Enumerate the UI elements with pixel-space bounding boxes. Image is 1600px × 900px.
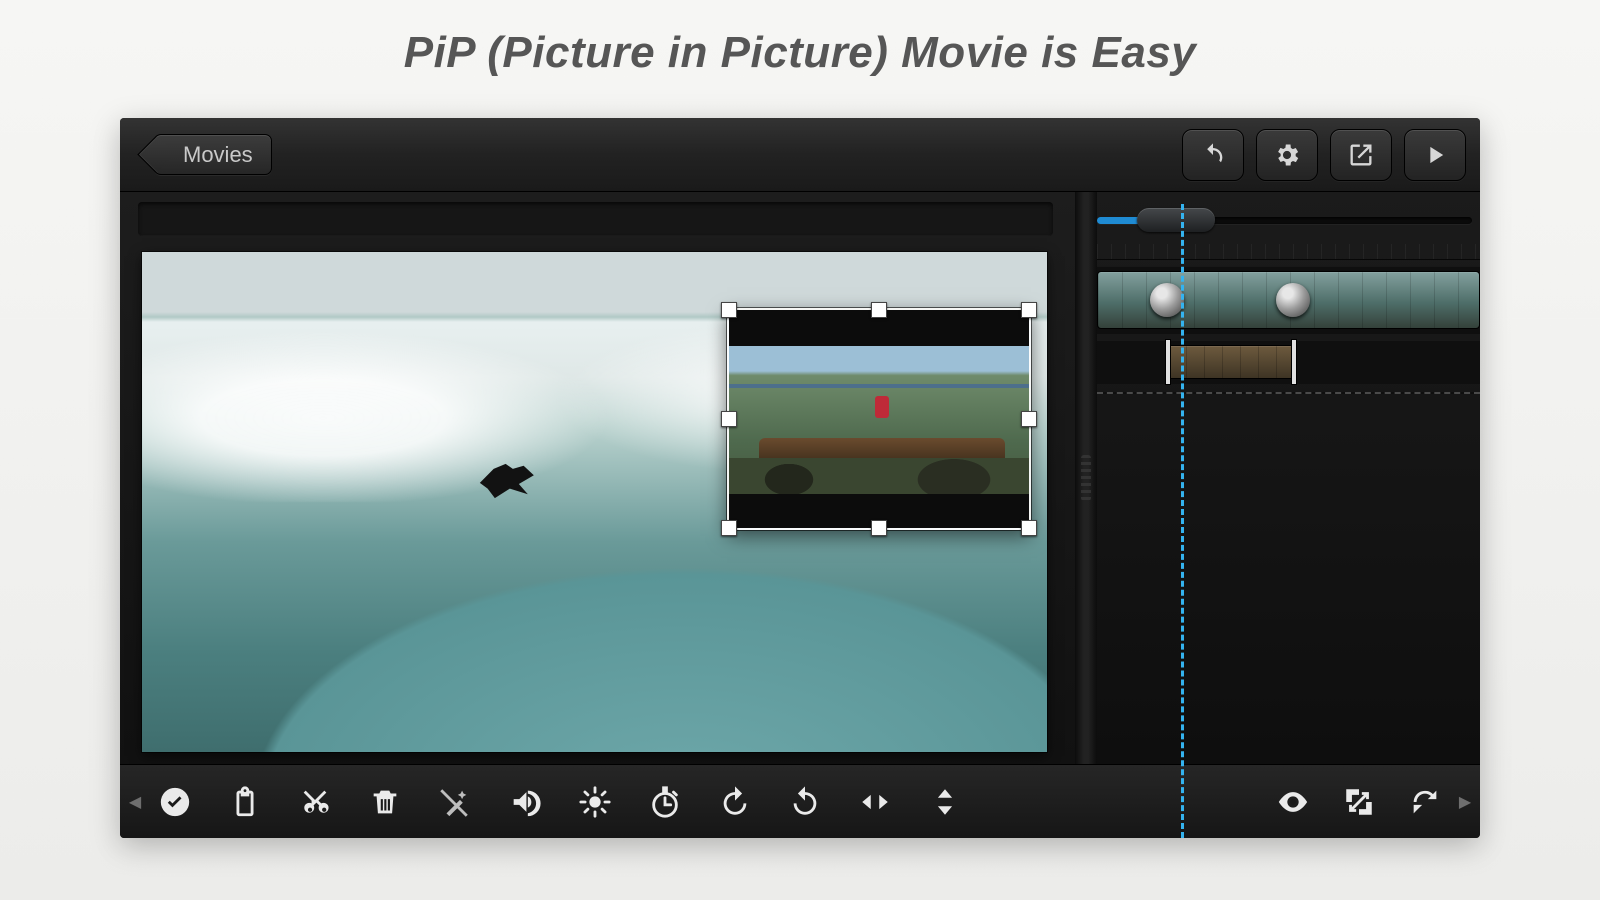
track-video-main[interactable] <box>1097 266 1480 334</box>
pip-handle-bottom-left[interactable] <box>721 520 737 536</box>
pip-handle-top-left[interactable] <box>721 302 737 318</box>
settings-button[interactable] <box>1256 129 1318 181</box>
rotate-left-button[interactable] <box>772 774 838 830</box>
play-button[interactable] <box>1404 129 1466 181</box>
refresh-icon <box>1408 785 1442 819</box>
pip-handle-bottom-middle[interactable] <box>871 520 887 536</box>
zoom-thumb[interactable] <box>1137 208 1215 232</box>
pip-handle-middle-left[interactable] <box>721 411 737 427</box>
visibility-button[interactable] <box>1260 774 1326 830</box>
pip-horizon <box>729 384 1029 388</box>
sun-icon <box>578 785 612 819</box>
play-icon <box>1421 141 1449 169</box>
back-button-label: Movies <box>183 142 253 168</box>
brightness-button[interactable] <box>562 774 628 830</box>
audio-button[interactable] <box>492 774 558 830</box>
flip-horizontal-button[interactable] <box>842 774 908 830</box>
no-effect-button[interactable] <box>422 774 488 830</box>
flip-vertical-icon <box>928 785 962 819</box>
pip-person <box>875 396 889 418</box>
bottom-toolbar: ◀ <box>120 764 1480 838</box>
stopwatch-icon <box>648 785 682 819</box>
refresh-button[interactable] <box>1392 774 1458 830</box>
share-button[interactable] <box>1330 129 1392 181</box>
rotate-right-icon <box>718 785 752 819</box>
clip-transition-knob[interactable] <box>1150 283 1184 317</box>
eye-icon <box>1276 785 1310 819</box>
scissors-icon <box>298 785 332 819</box>
pip-overlay[interactable] <box>727 308 1031 530</box>
undo-icon <box>1199 141 1227 169</box>
back-button[interactable]: Movies <box>154 134 272 175</box>
time-ruler[interactable] <box>1097 244 1480 260</box>
track-pip-overlay[interactable] <box>1097 340 1480 384</box>
video-editor-window: Movies <box>120 118 1480 838</box>
speed-button[interactable] <box>632 774 698 830</box>
delete-button[interactable] <box>352 774 418 830</box>
flip-horizontal-icon <box>858 785 892 819</box>
clip-pip[interactable] <box>1167 345 1295 379</box>
clip-main[interactable] <box>1097 271 1480 329</box>
pane-divider[interactable] <box>1075 192 1097 764</box>
clip-transition-knob[interactable] <box>1276 283 1310 317</box>
accept-button[interactable] <box>142 774 208 830</box>
preview-header-inset <box>138 202 1053 236</box>
preview-pane <box>120 192 1075 764</box>
expand-icon <box>1342 785 1376 819</box>
volume-icon <box>508 785 542 819</box>
flip-vertical-button[interactable] <box>912 774 978 830</box>
editor-main <box>120 192 1480 764</box>
share-icon <box>1347 141 1375 169</box>
toolbar-pager-right[interactable]: ▶ <box>1458 774 1472 830</box>
check-circle-icon <box>158 785 192 819</box>
pip-handle-top-middle[interactable] <box>871 302 887 318</box>
page-title: PiP (Picture in Picture) Movie is Easy <box>0 28 1600 78</box>
gear-icon <box>1273 141 1301 169</box>
wand-off-icon <box>438 785 472 819</box>
pip-rocks <box>729 458 1029 494</box>
clipboard-icon <box>228 785 262 819</box>
topbar: Movies <box>120 118 1480 192</box>
cut-button[interactable] <box>282 774 348 830</box>
clip-trim-left[interactable] <box>1166 340 1170 384</box>
pip-handle-middle-right[interactable] <box>1021 411 1037 427</box>
trash-icon <box>368 785 402 819</box>
pip-handle-top-right[interactable] <box>1021 302 1037 318</box>
rotate-right-button[interactable] <box>702 774 768 830</box>
fit-button[interactable] <box>1326 774 1392 830</box>
video-preview[interactable] <box>142 252 1047 752</box>
toolbar-pager-left[interactable]: ◀ <box>128 774 142 830</box>
copy-button[interactable] <box>212 774 278 830</box>
rotate-left-icon <box>788 785 822 819</box>
track-empty-divider <box>1097 392 1480 394</box>
timeline-pane <box>1097 192 1480 764</box>
pip-handle-bottom-right[interactable] <box>1021 520 1037 536</box>
playhead[interactable] <box>1181 204 1184 838</box>
undo-button[interactable] <box>1182 129 1244 181</box>
clip-trim-right[interactable] <box>1292 340 1296 384</box>
zoom-slider[interactable] <box>1097 208 1480 232</box>
